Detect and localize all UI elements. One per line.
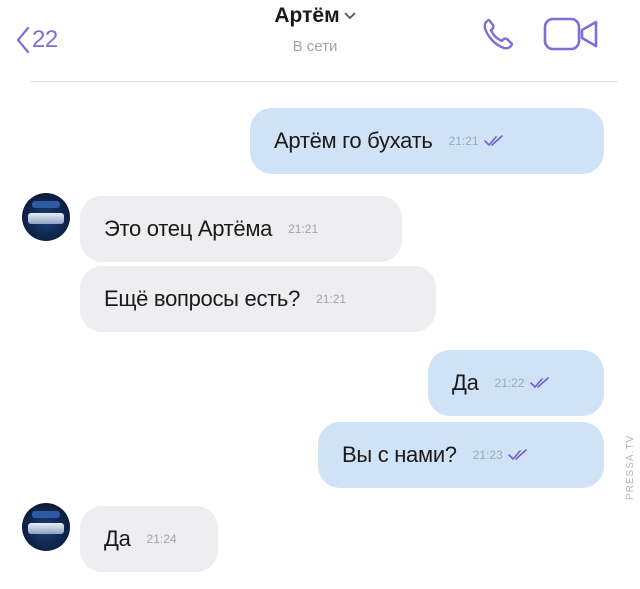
avatar[interactable]: [22, 193, 70, 241]
message-bubble-outgoing[interactable]: Да 21:22: [428, 350, 604, 416]
phone-icon: [483, 18, 514, 50]
video-camera-icon: [543, 17, 598, 51]
avatar[interactable]: [22, 503, 70, 551]
double-check-icon: [529, 377, 549, 388]
message-text: Артём го бухать: [274, 128, 433, 153]
call-button[interactable]: [478, 14, 518, 54]
header-divider: [30, 81, 618, 82]
back-button[interactable]: 22: [16, 24, 58, 56]
message-time: 21:21: [448, 134, 479, 148]
contact-name-row[interactable]: Артём: [274, 4, 356, 28]
unread-count: 22: [32, 26, 58, 53]
message-text: Вы с нами?: [342, 442, 457, 467]
chevron-left-icon: [16, 26, 30, 54]
message-time: 21:22: [494, 376, 525, 390]
message-time: 21:24: [146, 532, 177, 546]
message-bubble-incoming[interactable]: Это отец Артёма 21:21: [80, 196, 402, 262]
video-call-button[interactable]: [542, 16, 602, 52]
chat-header: 22 Артём В сети: [0, 0, 640, 82]
watermark: PRESSA.TV: [625, 434, 636, 500]
double-check-icon: [507, 449, 527, 460]
online-status: В сети: [292, 38, 338, 55]
message-text: Да: [452, 370, 479, 395]
message-text: Ещё вопросы есть?: [104, 286, 301, 311]
message-time: 21:21: [316, 292, 347, 306]
message-text: Это отец Артёма: [104, 216, 273, 241]
message-time: 21:23: [472, 448, 503, 462]
message-bubble-outgoing[interactable]: Артём го бухать 21:21: [250, 108, 604, 174]
contact-name: Артём: [274, 4, 340, 27]
message-bubble-incoming[interactable]: Ещё вопросы есть? 21:21: [80, 266, 436, 332]
message-time: 21:21: [288, 222, 319, 236]
message-bubble-outgoing[interactable]: Вы с нами? 21:23: [318, 422, 604, 488]
chevron-down-icon: [344, 12, 356, 19]
contact-info[interactable]: Артём В сети: [245, 4, 385, 55]
message-bubble-incoming[interactable]: Да 21:24: [80, 506, 218, 572]
message-text: Да: [104, 526, 131, 551]
double-check-icon: [483, 135, 503, 146]
